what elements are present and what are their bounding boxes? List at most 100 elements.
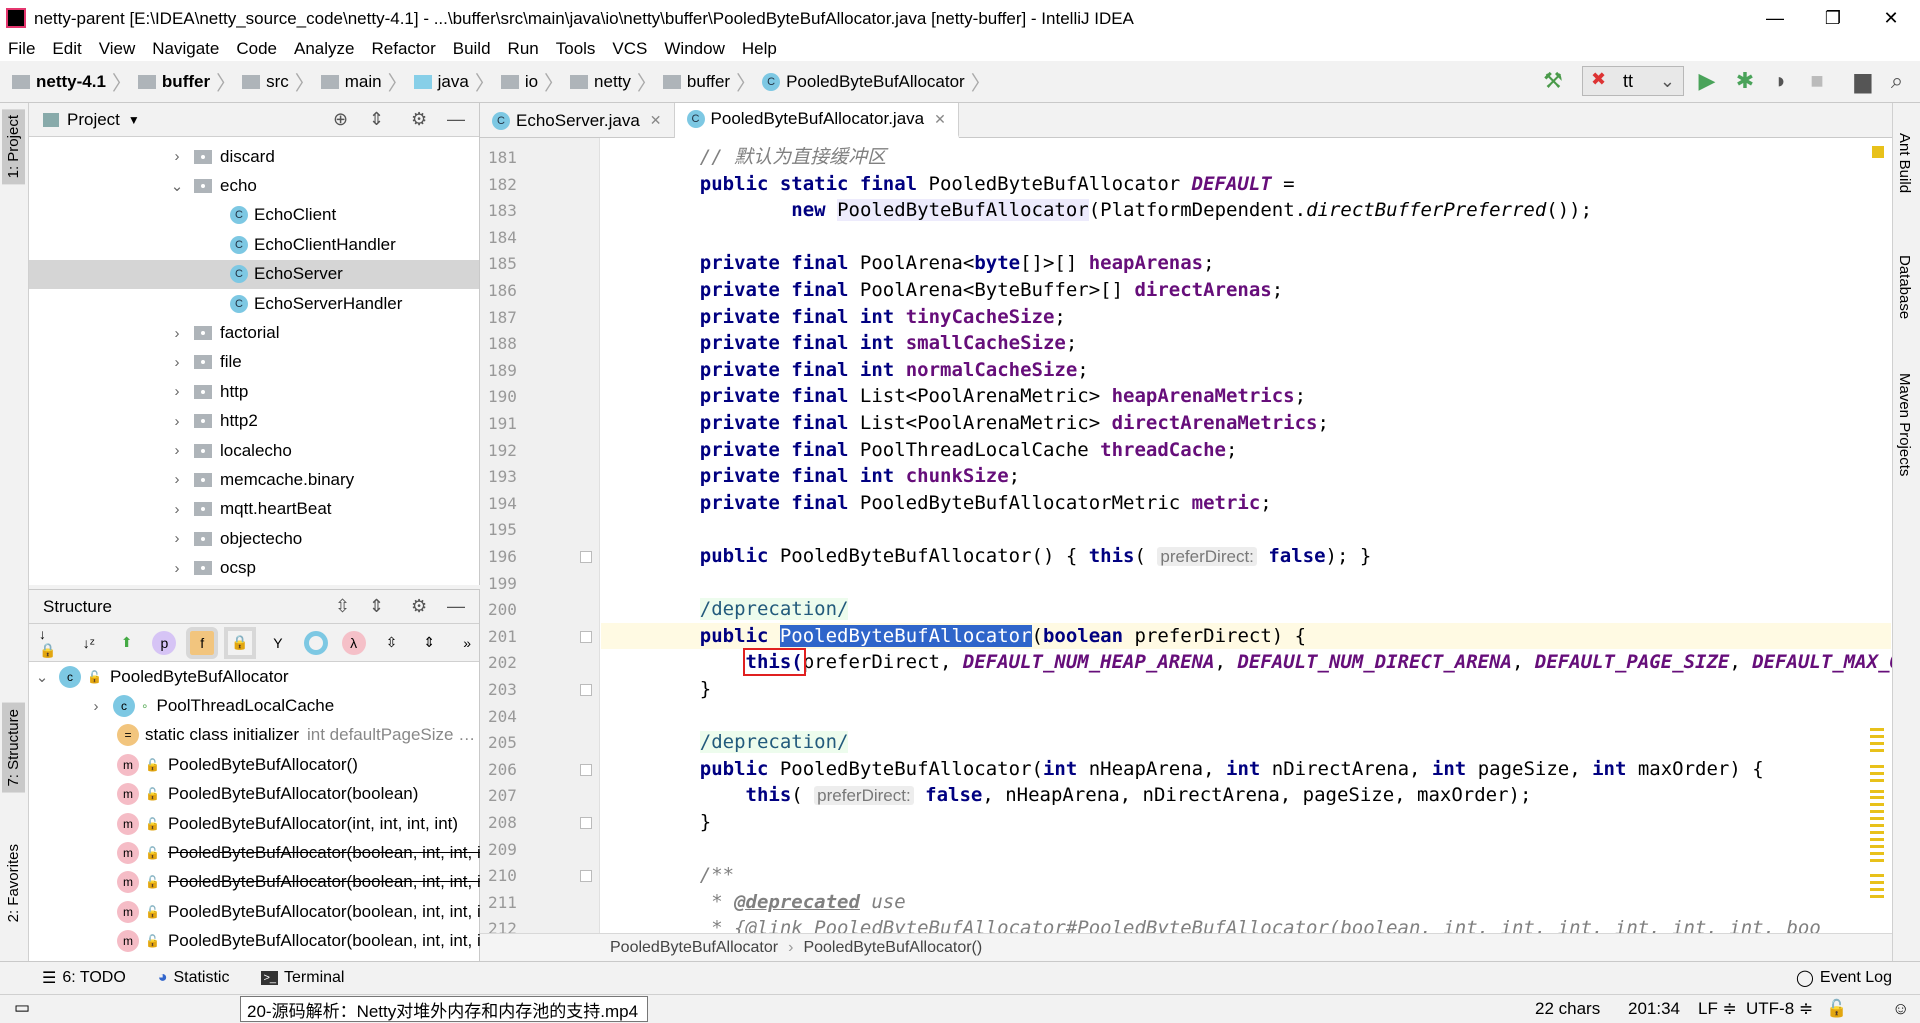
chevron-right-icon[interactable]: › [170,471,184,488]
show-non-public-icon[interactable]: 🔒 [224,626,256,659]
expand-all-icon[interactable]: ⇳ [380,631,404,655]
close-button[interactable]: ✕ [1862,0,1920,37]
breadcrumb-item[interactable]: C PooledByteBufAllocator 〉 [762,67,991,96]
expand-all-icon[interactable]: ⇳ [335,596,350,617]
tree-item[interactable]: › http [29,377,479,406]
structure-item[interactable]: m 🔓 PooledByteBufAllocator(boolean, int, i… [29,897,610,926]
breadcrumb-item[interactable]: netty-4.1 〉 [12,67,132,96]
hide-icon[interactable]: — [447,596,465,617]
build-hammer-icon[interactable]: ⚒ [1538,66,1568,96]
error-stripe-marker[interactable] [1870,796,1884,799]
run-config-select[interactable]: ✖ tt ⌄ [1582,66,1684,96]
coverage-icon[interactable]: ◗ [1766,66,1796,96]
stop-icon[interactable]: ■ [1802,66,1832,96]
gear-icon[interactable]: ⚙ [411,596,427,617]
tool-window-favorites[interactable]: 2: Favorites [2,838,25,928]
structure-item[interactable]: m 🔓 PooledByteBufAllocator(boolean, int, i… [29,868,583,897]
todo-tool-button[interactable]: ☰ 6: TODO [42,968,126,988]
warning-marker-icon[interactable] [1872,146,1884,158]
menu-refactor[interactable]: Refactor [371,39,435,59]
tree-item[interactable]: ⌄ echo [29,171,479,200]
menu-view[interactable]: View [99,39,136,59]
event-log-button[interactable]: ◯ Event Log [1796,968,1892,988]
locate-icon[interactable]: ⊕ [333,109,348,130]
error-stripe-marker[interactable] [1870,779,1884,782]
error-stripe-marker[interactable] [1870,831,1884,834]
tree-item[interactable]: › localecho [29,436,479,465]
chevron-down-icon[interactable]: ⌄ [170,177,184,195]
chevron-down-icon[interactable]: ⌄ [35,668,49,686]
error-stripe-marker[interactable] [1870,749,1884,752]
structure-item[interactable]: m 🔓 PooledByteBufAllocator(boolean, int, i… [29,838,528,867]
menu-vcs[interactable]: VCS [612,39,647,59]
file-encoding[interactable]: UTF-8 ≑ [1746,999,1813,1019]
structure-item[interactable]: m 🔓 PooledByteBufAllocator(boolean) [29,780,479,809]
tree-item[interactable]: › discard [29,142,479,171]
error-stripe-marker[interactable] [1870,728,1884,731]
code-editor[interactable]: 181 182 183 184 185 186 187 188 189 190 191 192 193 1… [480,138,1892,933]
show-properties-icon[interactable]: p [152,630,177,655]
error-stripe-marker[interactable] [1870,772,1884,775]
error-stripe-marker[interactable] [1870,895,1884,898]
tree-item[interactable]: › objectecho [29,524,479,553]
error-stripe-marker[interactable] [1870,852,1884,855]
menu-analyze[interactable]: Analyze [294,39,354,59]
breadcrumb-method[interactable]: PooledByteBufAllocator() [803,939,982,957]
tree-item[interactable]: › mqtt.heartBeat [29,495,479,524]
structure-item[interactable]: › c ∘ PoolThreadLocalCache [29,691,479,720]
tool-window-structure[interactable]: 7: Structure [2,703,25,793]
structure-item[interactable]: ⌄ c 🔓 PooledByteBufAllocator [29,662,479,691]
chevron-right-icon[interactable]: › [170,560,184,577]
tree-item[interactable]: C EchoServerHandler [29,289,479,318]
toggle-tool-windows-icon[interactable]: ▭ [14,998,30,1018]
error-stripe-marker[interactable] [1870,735,1884,738]
fold-icon[interactable] [580,870,592,883]
statistic-tool-button[interactable]: ◕ Statistic [158,969,230,987]
error-stripe-marker[interactable] [1870,803,1884,806]
lock-icon[interactable]: 🔓 [1826,999,1847,1019]
show-anonymous-icon[interactable]: Y [266,631,290,655]
search-icon[interactable]: ⌕ [1882,66,1912,96]
breadcrumb-item[interactable]: main 〉 [320,67,408,96]
fold-icon[interactable] [580,551,592,563]
tab-pooledbytebufallocator-java[interactable]: C PooledByteBufAllocator.java ✕ [674,103,959,138]
tree-item[interactable]: C EchoClient [29,201,479,230]
terminal-tool-button[interactable]: >_ Terminal [261,969,344,987]
collapse-all-icon[interactable]: ⇕ [369,109,384,130]
sort-alphabetically-icon[interactable]: ↓ᶻ [77,631,101,655]
fold-icon[interactable] [580,630,592,643]
tool-window-maven[interactable]: Maven Projects [1896,373,1913,476]
tree-item[interactable]: › memcache.binary [29,465,479,494]
lambda-icon[interactable]: λ [341,630,366,655]
tree-item[interactable]: › ocsp [29,553,479,582]
caret-position[interactable]: 201:34 [1628,999,1680,1019]
chevron-right-icon[interactable]: › [89,698,103,715]
menu-file[interactable]: File [8,39,35,59]
fold-icon[interactable] [580,817,592,829]
error-stripe-marker[interactable] [1870,881,1884,884]
run-icon[interactable]: ▶ [1692,66,1722,96]
show-lambdas-icon[interactable] [303,630,328,655]
sort-by-visibility-icon[interactable]: ↓🔒 [39,626,63,658]
chevron-right-icon[interactable]: › [170,413,184,430]
menu-edit[interactable]: Edit [52,39,81,59]
collapse-all-icon[interactable]: ⇕ [369,596,384,617]
tab-echoserver-java[interactable]: C EchoServer.java ✕ [480,103,675,138]
gear-icon[interactable]: ⚙ [411,109,427,130]
breadcrumb-item[interactable]: io 〉 [500,67,564,96]
chevron-right-icon[interactable]: › [170,148,184,165]
tree-item[interactable]: › file [29,348,479,377]
collapse-all-icon[interactable]: ⇕ [417,631,441,655]
menu-navigate[interactable]: Navigate [152,39,219,59]
tree-item[interactable]: › http2 [29,407,479,436]
debug-icon[interactable]: ✱ [1730,66,1760,96]
error-stripe-marker[interactable] [1870,824,1884,827]
chevron-right-icon[interactable]: › [170,325,184,342]
error-stripe-marker[interactable] [1870,845,1884,848]
tree-item[interactable]: › factorial [29,318,479,347]
chevron-right-icon[interactable]: › [170,530,184,547]
error-stripe-marker[interactable] [1870,838,1884,841]
tree-item[interactable]: C EchoClientHandler [29,230,479,259]
tool-window-database[interactable]: Database [1896,255,1913,319]
error-stripe-marker[interactable] [1870,888,1884,891]
